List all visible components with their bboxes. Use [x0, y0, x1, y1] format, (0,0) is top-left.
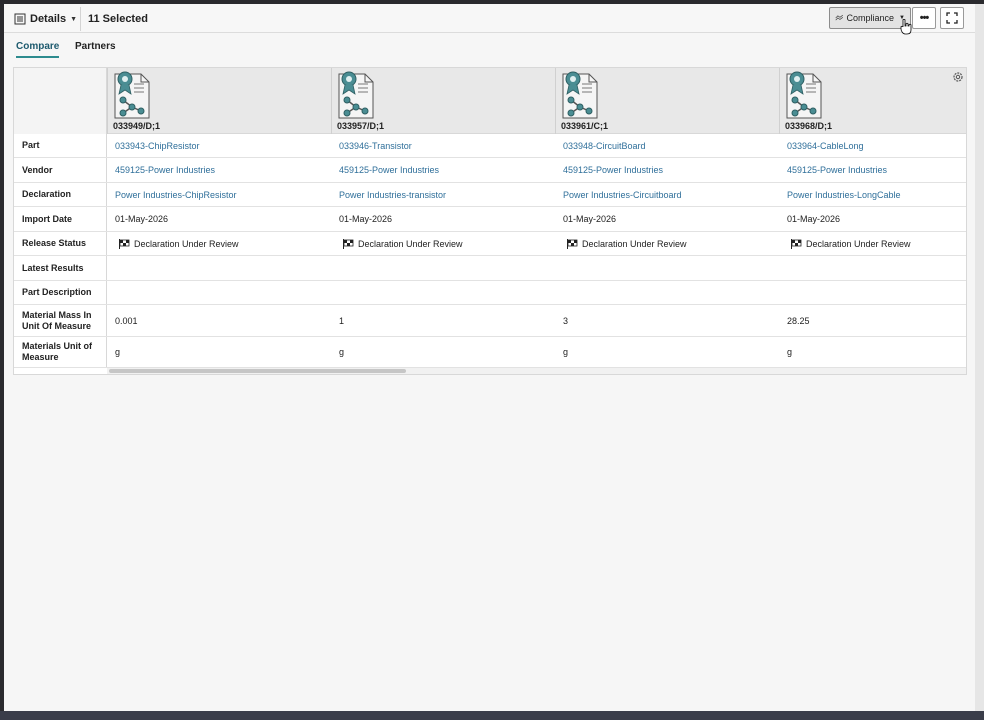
vendor-link[interactable]: 459125-Power Industries	[779, 158, 966, 182]
row-label: Import Date	[14, 207, 107, 231]
gear-icon[interactable]	[952, 71, 964, 83]
part-description	[107, 281, 331, 304]
part-description	[779, 281, 966, 304]
toolbar: Details ▼ 11 Selected Compliance ▼ •••	[4, 4, 975, 35]
details-dropdown-button[interactable]: Details ▼	[10, 9, 81, 29]
scrollbar-thumb[interactable]	[109, 369, 406, 373]
compliance-declaration-icon	[114, 71, 150, 119]
column-header-id: 033968/D;1	[785, 121, 833, 131]
part-link[interactable]: 033948-CircuitBoard	[555, 134, 779, 157]
table-row: Latest Results	[14, 256, 966, 281]
row-label: Part	[14, 134, 107, 157]
table-row: Vendor 459125-Power Industries 459125-Po…	[14, 158, 966, 183]
material-mass: 0.001	[115, 315, 138, 326]
row-label: Vendor	[14, 158, 107, 182]
details-icon	[14, 13, 26, 25]
release-status: Declaration Under Review	[779, 232, 966, 255]
table-row: Materials Unit of Measure g g g g	[14, 337, 966, 368]
checkered-flag-icon	[791, 238, 802, 249]
taskbar-edge	[0, 711, 984, 720]
vendor-link[interactable]: 459125-Power Industries	[107, 158, 331, 182]
row-label: Declaration	[14, 183, 107, 206]
toolbar-divider	[80, 7, 81, 31]
row-label: Release Status	[14, 232, 107, 255]
compliance-declaration-icon	[338, 71, 374, 119]
checkered-flag-icon	[343, 238, 354, 249]
unit-of-measure: g	[563, 347, 569, 357]
part-link[interactable]: 033943-ChipResistor	[107, 134, 331, 157]
release-status: Declaration Under Review	[555, 232, 779, 255]
compliance-label: Compliance	[846, 13, 895, 23]
column-header[interactable]: 033968/D;1	[779, 68, 966, 134]
column-header-id: 033961/C;1	[561, 121, 609, 131]
release-status-label: Declaration Under Review	[582, 238, 687, 249]
import-date: 01-May-2026	[115, 214, 169, 224]
tab-partners[interactable]: Partners	[75, 41, 116, 56]
declaration-link[interactable]: Power Industries-transistor	[331, 183, 555, 206]
compliance-declaration-icon	[786, 71, 822, 119]
fullscreen-button[interactable]	[940, 7, 964, 29]
release-status-label: Declaration Under Review	[806, 238, 911, 249]
more-options-button[interactable]: •••	[912, 7, 936, 29]
declaration-link[interactable]: Power Industries-Circuitboard	[555, 183, 779, 206]
column-header[interactable]: 033957/D;1	[331, 68, 555, 134]
table-row: Release Status Declaration Under Review	[14, 232, 966, 256]
compliance-dropdown-button[interactable]: Compliance ▼	[829, 7, 911, 29]
column-header-id: 033949/D;1	[113, 121, 161, 131]
part-link[interactable]: 033946-Transistor	[331, 134, 555, 157]
release-status: Declaration Under Review	[331, 232, 555, 255]
unit-of-measure: g	[787, 347, 793, 357]
part-link[interactable]: 033964-CableLong	[779, 134, 966, 157]
chevron-down-icon: ▼	[70, 15, 78, 23]
checkered-flag-icon	[567, 238, 578, 249]
unit-of-measure: g	[339, 347, 345, 357]
checkered-flag-icon	[119, 238, 130, 249]
declaration-link[interactable]: Power Industries-ChipResistor	[107, 183, 331, 206]
material-mass: 28.25	[787, 315, 810, 326]
compliance-icon	[835, 14, 844, 21]
horizontal-scrollbar[interactable]	[107, 368, 966, 374]
latest-results	[555, 256, 779, 280]
hand-cursor-icon	[900, 19, 912, 35]
table-row: Part Description	[14, 281, 966, 305]
vendor-link[interactable]: 459125-Power Industries	[555, 158, 779, 182]
import-date: 01-May-2026	[563, 214, 617, 224]
table-row: Part 033943-ChipResistor 033946-Transist…	[14, 134, 966, 158]
column-header[interactable]: 033961/C;1	[555, 68, 779, 134]
latest-results	[779, 256, 966, 280]
table-row: Declaration Power Industries-ChipResisto…	[14, 183, 966, 207]
import-date: 01-May-2026	[787, 214, 841, 224]
details-panel: Details ▼ 11 Selected Compliance ▼ ••• C…	[4, 4, 975, 711]
row-label: Material Mass In Unit Of Measure	[14, 305, 107, 336]
material-mass: 1	[339, 315, 345, 326]
grid-header-row: 033949/D;1 033957/D;1 033961/C;1 033968/…	[14, 68, 966, 134]
import-date: 01-May-2026	[339, 214, 393, 224]
row-label: Materials Unit of Measure	[14, 337, 107, 367]
vendor-link[interactable]: 459125-Power Industries	[331, 158, 555, 182]
unit-of-measure: g	[115, 347, 121, 357]
table-row: Material Mass In Unit Of Measure 0.001 1…	[14, 305, 966, 337]
release-status: Declaration Under Review	[107, 232, 331, 255]
grid-corner-cell	[14, 68, 107, 134]
row-label: Part Description	[14, 281, 107, 304]
tab-compare[interactable]: Compare	[16, 41, 60, 58]
compare-grid: 033949/D;1 033957/D;1 033961/C;1 033968/…	[13, 67, 967, 375]
column-header[interactable]: 033949/D;1	[107, 68, 331, 134]
row-label: Latest Results	[14, 256, 107, 280]
latest-results	[107, 256, 331, 280]
declaration-link[interactable]: Power Industries-LongCable	[779, 183, 966, 206]
part-description	[331, 281, 555, 304]
compliance-declaration-icon	[562, 71, 598, 119]
selected-count: 11 Selected	[88, 13, 148, 25]
details-label: Details	[30, 13, 67, 25]
release-status-label: Declaration Under Review	[134, 238, 239, 249]
latest-results	[331, 256, 555, 280]
fullscreen-icon	[946, 12, 958, 24]
material-mass: 3	[563, 315, 569, 326]
release-status-label: Declaration Under Review	[358, 238, 463, 249]
table-row: Import Date 01-May-2026 01-May-2026 01-M…	[14, 207, 966, 232]
part-description	[555, 281, 779, 304]
column-header-id: 033957/D;1	[337, 121, 385, 131]
window-edge	[975, 4, 984, 716]
